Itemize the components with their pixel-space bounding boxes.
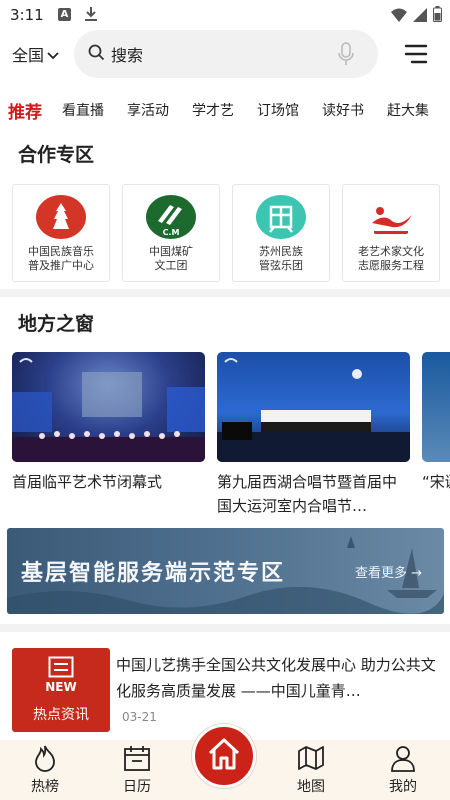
search-placeholder: 搜索 bbox=[111, 46, 144, 65]
app-notification-icon: A bbox=[58, 8, 71, 21]
status-time: 3:11 bbox=[10, 6, 44, 24]
partner-name-text: 老艺术家文化 志愿服务工程 bbox=[358, 245, 424, 272]
flame-icon bbox=[10, 742, 80, 774]
tab-live[interactable]: 看直播 bbox=[62, 100, 104, 120]
video-title: 第九届西湖合唱节暨首届中国大运河室内合唱节… bbox=[217, 473, 398, 515]
grassroots-service-banner[interactable]: 基层智能服务端示范专区 查看更多 → bbox=[7, 528, 444, 614]
video-title: 首届临平艺术节闭幕式 bbox=[12, 473, 163, 491]
search-icon bbox=[88, 44, 105, 65]
partner-card-suzhou-orchestra[interactable]: 苏州民族 管弦乐团 bbox=[232, 184, 330, 282]
microphone-icon[interactable] bbox=[338, 42, 354, 70]
nav-hot[interactable]: 热榜 bbox=[10, 740, 80, 796]
calendar-icon bbox=[102, 742, 172, 774]
news-icon bbox=[48, 656, 74, 678]
partner-name-text: 中国民族音乐 普及推广中心 bbox=[28, 245, 94, 272]
tab-venues[interactable]: 订场馆 bbox=[257, 100, 299, 120]
section-divider bbox=[0, 624, 450, 632]
video-card[interactable]: 第九届西湖合唱节暨首届中国大运河室内合唱节… bbox=[217, 352, 410, 518]
menu-icon[interactable] bbox=[404, 44, 428, 68]
app-screen: 3:11 A 全国 搜索 推荐 看直播 享活动 学才艺 订场馆 读好书 赶大集 … bbox=[0, 0, 450, 800]
section-divider bbox=[0, 289, 450, 297]
partner-name: 中国民族音乐 普及推广中心 bbox=[28, 245, 94, 273]
tab-recommend[interactable]: 推荐 bbox=[8, 98, 42, 123]
ribbon-logo-icon bbox=[366, 195, 416, 239]
banner-title: 基层智能服务端示范专区 bbox=[21, 560, 286, 586]
partner-name-text: 中国煤矿 文工团 bbox=[149, 245, 193, 272]
battery-icon bbox=[433, 6, 442, 26]
signal-icon bbox=[413, 7, 427, 26]
video-card[interactable]: 首届临平艺术节闭幕式 bbox=[12, 352, 205, 518]
partner-name: 苏州民族 管弦乐团 bbox=[259, 245, 303, 273]
user-icon bbox=[368, 742, 438, 774]
regional-title: 地方之窗 bbox=[18, 313, 95, 335]
nav-home[interactable] bbox=[192, 724, 256, 788]
hot-news-item[interactable]: NEW 热点资讯 中国儿艺携手全国公共文化发展中心 助力公共文化服务高质量发展 … bbox=[12, 648, 438, 732]
banner-more-link[interactable]: 查看更多 → bbox=[355, 562, 422, 581]
partner-name: 老艺术家文化 志愿服务工程 bbox=[358, 245, 424, 273]
status-indicators bbox=[391, 6, 442, 26]
video-title: “宋诞辰 bbox=[422, 473, 450, 491]
partners-title: 合作专区 bbox=[18, 144, 95, 166]
partner-card-veteran-artists[interactable]: 老艺术家文化 志愿服务工程 bbox=[342, 184, 440, 282]
nav-map[interactable]: 地图 bbox=[276, 740, 346, 796]
map-icon bbox=[276, 742, 346, 774]
chevron-down-icon bbox=[47, 45, 59, 64]
partner-list: 中国民族音乐 普及推广中心 C.M 中国煤矿 文工团 苏州民族 管弦乐团 老艺术… bbox=[12, 184, 440, 282]
region-selector[interactable]: 全国 bbox=[12, 42, 59, 66]
nav-calendar[interactable]: 日历 bbox=[102, 740, 172, 796]
nav-label: 热榜 bbox=[31, 779, 59, 795]
tab-fair[interactable]: 赶大集 bbox=[387, 100, 429, 120]
tab-talents[interactable]: 学才艺 bbox=[192, 100, 234, 120]
pagoda-logo-icon bbox=[36, 195, 86, 239]
nav-label: 日历 bbox=[123, 779, 151, 795]
search-bar[interactable]: 搜索 bbox=[74, 30, 378, 78]
badge-new-text: NEW bbox=[45, 680, 77, 694]
status-bar: 3:11 A bbox=[0, 0, 450, 30]
news-date: 03-21 bbox=[122, 710, 157, 724]
tab-activities[interactable]: 享活动 bbox=[127, 100, 169, 120]
partner-name-text: 苏州民族 管弦乐团 bbox=[259, 245, 303, 272]
video-thumbnail bbox=[217, 352, 410, 462]
hot-news-badge: NEW 热点资讯 bbox=[12, 648, 110, 732]
tab-reading[interactable]: 读好书 bbox=[322, 100, 364, 120]
video-card[interactable]: “宋诞辰 bbox=[422, 352, 450, 518]
orchestra-logo-icon bbox=[256, 195, 306, 239]
video-thumbnail bbox=[422, 352, 450, 462]
news-title: 中国儿艺携手全国公共文化发展中心 助力公共文化服务高质量发展 ——中国儿童青… bbox=[116, 656, 436, 700]
home-icon bbox=[206, 737, 242, 775]
nav-label: 我的 bbox=[389, 779, 417, 795]
nav-label: 地图 bbox=[297, 779, 325, 795]
svg-text:C.M: C.M bbox=[163, 228, 180, 237]
piano-keys-logo-icon: C.M bbox=[146, 195, 196, 239]
wifi-icon bbox=[391, 7, 407, 26]
download-icon bbox=[84, 6, 98, 26]
top-header: 全国 搜索 bbox=[0, 30, 450, 80]
partner-name: 中国煤矿 文工团 bbox=[149, 245, 193, 273]
video-thumbnail bbox=[12, 352, 205, 462]
region-label: 全国 bbox=[12, 46, 45, 65]
badge-label: 热点资讯 bbox=[33, 707, 89, 723]
category-tabs: 推荐 看直播 享活动 学才艺 订场馆 读好书 赶大集 bbox=[0, 94, 450, 126]
nav-profile[interactable]: 我的 bbox=[368, 740, 438, 796]
regional-video-list: 首届临平艺术节闭幕式 第九届西湖合唱节暨首届中国大运河室内合唱节… “宋诞辰 bbox=[12, 352, 450, 518]
partner-card-coal-troupe[interactable]: C.M 中国煤矿 文工团 bbox=[122, 184, 220, 282]
partner-card-music-center[interactable]: 中国民族音乐 普及推广中心 bbox=[12, 184, 110, 282]
